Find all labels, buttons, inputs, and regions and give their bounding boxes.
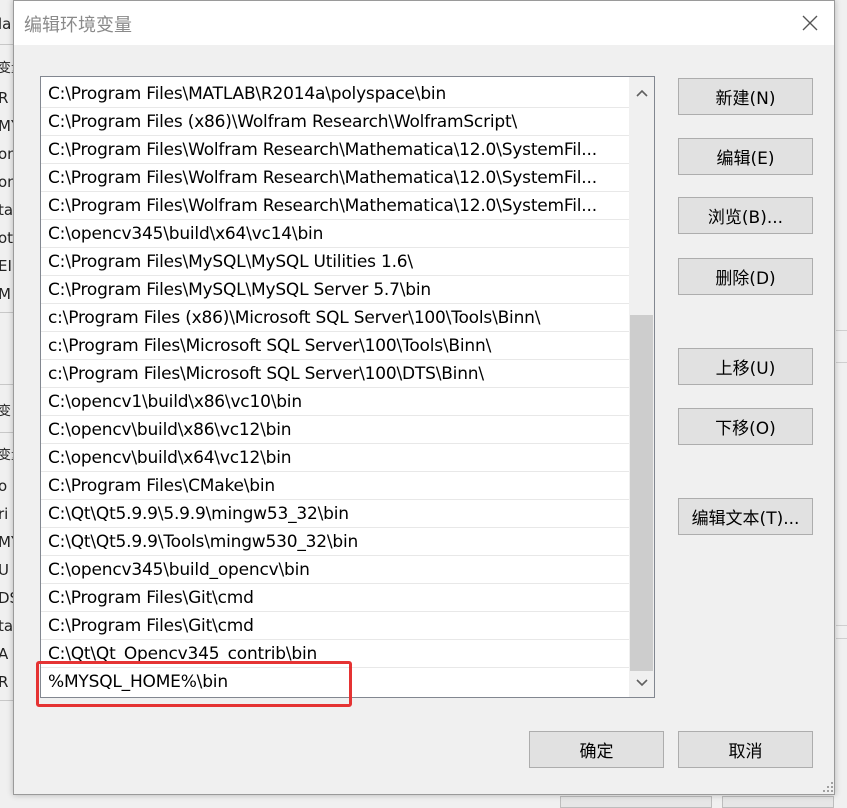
- list-item[interactable]: C:\Program Files\MySQL\MySQL Server 5.7\…: [41, 276, 629, 304]
- background-text: ta: [0, 201, 14, 219]
- edit-env-variable-dialog: 编辑环境变量 C:\Program Files\MATLAB\R2014a\po…: [13, 0, 835, 795]
- delete-button[interactable]: 删除(D): [678, 258, 813, 295]
- background-text: ot: [0, 229, 14, 247]
- browse-button[interactable]: 浏览(B)...: [678, 197, 813, 234]
- path-list-rows: C:\Program Files\MATLAB\R2014a\polyspace…: [41, 80, 629, 696]
- list-item[interactable]: C:\Program Files (x86)\Wolfram Research\…: [41, 108, 629, 136]
- background-text: MY: [0, 117, 14, 135]
- list-item[interactable]: C:\Program Files\Wolfram Research\Mathem…: [41, 192, 629, 220]
- background-text: MY: [0, 533, 14, 551]
- chevron-up-icon: [635, 89, 648, 97]
- scroll-thumb[interactable]: [630, 315, 653, 671]
- background-text: EI: [0, 257, 12, 275]
- divider: [0, 384, 14, 385]
- list-item[interactable]: c:\Program Files (x86)\Microsoft SQL Ser…: [41, 304, 629, 332]
- list-item[interactable]: C:\Program Files\Git\cmd: [41, 612, 629, 640]
- title-bar: 编辑环境变量: [14, 1, 834, 45]
- list-item[interactable]: C:\Qt\Qt_Opencv345_contrib\bin: [41, 640, 629, 668]
- list-item[interactable]: C:\opencv345\build\x64\vc14\bin: [41, 220, 629, 248]
- list-item[interactable]: C:\Program Files\Git\cmd: [41, 584, 629, 612]
- list-item[interactable]: C:\Qt\Qt5.9.9\5.9.9\mingw53_32\bin: [41, 500, 629, 528]
- background-window-edge: la 变量 R MY on on ta ot EI M 变 变量 o ri MY…: [0, 0, 14, 806]
- background-button: [722, 796, 834, 808]
- divider: [0, 432, 14, 433]
- background-text: 变: [0, 404, 12, 419]
- list-item[interactable]: C:\Program Files\Wolfram Research\Mathem…: [41, 136, 629, 164]
- background-text: o: [0, 477, 8, 495]
- background-button: [560, 796, 712, 808]
- chevron-down-icon: [635, 679, 648, 687]
- divider: [0, 312, 14, 313]
- background-text: R: [0, 673, 9, 691]
- list-item[interactable]: c:\Program Files\Microsoft SQL Server\10…: [41, 332, 629, 360]
- background-text: on: [0, 173, 14, 191]
- background-text: la: [0, 15, 12, 33]
- background-text: R: [0, 89, 9, 107]
- scroll-down-button[interactable]: [629, 669, 654, 697]
- background-text: ta: [0, 617, 14, 635]
- ok-button[interactable]: 确定: [529, 731, 664, 768]
- edit-button[interactable]: 编辑(E): [678, 138, 813, 175]
- list-item[interactable]: C:\opencv1\build\x86\vc10\bin: [41, 388, 629, 416]
- resize-grip-icon[interactable]: [822, 781, 834, 793]
- path-list[interactable]: C:\Program Files\MATLAB\R2014a\polyspace…: [40, 76, 655, 698]
- list-item[interactable]: C:\Qt\Qt5.9.9\Tools\mingw530_32\bin: [41, 528, 629, 556]
- close-button[interactable]: [790, 7, 830, 39]
- cancel-button[interactable]: 取消: [678, 731, 813, 768]
- background-text: ri: [0, 505, 9, 523]
- list-item[interactable]: c:\Program Files\Microsoft SQL Server\10…: [41, 360, 629, 388]
- divider: [0, 700, 14, 701]
- background-window-edge-right: [836, 40, 847, 800]
- move-down-button[interactable]: 下移(O): [678, 408, 813, 445]
- divider: [836, 362, 847, 363]
- scroll-up-button[interactable]: [629, 79, 654, 107]
- background-text: 变量: [0, 61, 14, 76]
- background-text: DS: [0, 589, 14, 607]
- close-icon: [802, 15, 818, 31]
- divider: [836, 330, 847, 331]
- background-text: U: [0, 561, 9, 579]
- dialog-title: 编辑环境变量: [24, 15, 132, 36]
- divider: [836, 638, 847, 639]
- vertical-scrollbar[interactable]: [629, 77, 654, 697]
- background-text: 变量: [0, 448, 14, 463]
- list-item-editing[interactable]: %MYSQL_HOME%\bin: [41, 668, 629, 696]
- edit-text-button[interactable]: 编辑文本(T)...: [678, 498, 813, 535]
- new-button[interactable]: 新建(N): [678, 78, 813, 115]
- list-item[interactable]: C:\opencv\build\x64\vc12\bin: [41, 444, 629, 472]
- divider: [0, 44, 14, 45]
- background-text: M: [0, 285, 11, 303]
- divider: [836, 625, 847, 626]
- background-text: A: [0, 645, 9, 663]
- list-item[interactable]: C:\Program Files\CMake\bin: [41, 472, 629, 500]
- list-item[interactable]: C:\opencv345\build_opencv\bin: [41, 556, 629, 584]
- list-item[interactable]: C:\Program Files\MATLAB\R2014a\polyspace…: [41, 80, 629, 108]
- background-text: on: [0, 145, 14, 163]
- list-item[interactable]: C:\opencv\build\x86\vc12\bin: [41, 416, 629, 444]
- list-item[interactable]: C:\Program Files\Wolfram Research\Mathem…: [41, 164, 629, 192]
- move-up-button[interactable]: 上移(U): [678, 348, 813, 385]
- list-item[interactable]: C:\Program Files\MySQL\MySQL Utilities 1…: [41, 248, 629, 276]
